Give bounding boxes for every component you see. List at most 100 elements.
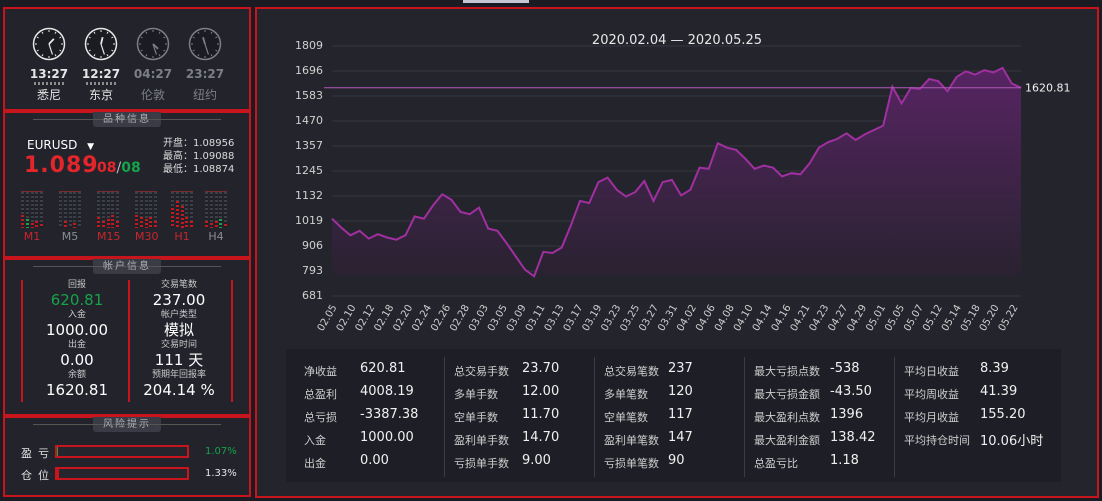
stats-key: 平均持仓时间 [904, 434, 970, 447]
timeframe-m1[interactable]: M1 [21, 191, 43, 243]
signal-bar [111, 192, 115, 228]
timeframe-h4[interactable]: H4 [205, 191, 227, 243]
stats-key: 空单笔数 [604, 411, 648, 424]
signal-bar [21, 192, 24, 228]
stats-value: 41.39 [980, 384, 1018, 399]
account-field-value: 237.00 [152, 291, 206, 309]
clock-time: 13:27 [29, 67, 69, 81]
stats-row: 最大盈利点数 1396 [754, 405, 894, 428]
x-tick-label: 05.22 [997, 303, 1021, 333]
signal-meter [205, 191, 227, 228]
timeframe-label: M15 [97, 230, 121, 243]
stats-key: 空单手数 [454, 411, 498, 424]
stats-value: 9.00 [522, 453, 551, 468]
position-label: 仓位 [21, 469, 55, 482]
equity-area [332, 67, 1021, 277]
position-value: 1.33% [205, 468, 237, 479]
clock-face-icon [136, 27, 170, 61]
stats-value: 147 [668, 430, 693, 445]
stats-value: 1396 [830, 407, 864, 422]
stats-key: 最大盈利点数 [754, 411, 820, 424]
stats-key: 亏损单笔数 [604, 457, 659, 470]
signal-bar [219, 192, 223, 228]
stats-row: 最大亏损点数 -538 [754, 359, 894, 382]
timeframe-m15[interactable]: M15 [97, 191, 121, 243]
stats-key: 平均周收益 [904, 388, 959, 401]
caret-down-icon[interactable]: ▼ [87, 142, 94, 152]
stats-key: 最大亏损点数 [754, 365, 820, 378]
stats-value: 620.81 [360, 361, 406, 376]
signal-bar [171, 192, 174, 228]
signal-meter [97, 191, 119, 228]
stats-key: 总盈亏比 [754, 457, 798, 470]
position-bar [55, 467, 189, 480]
signal-bar [139, 192, 143, 228]
stats-row: 空单笔数 117 [604, 405, 744, 428]
stats-value: -3387.38 [360, 407, 419, 422]
stats-row: 净收益 620.81 [304, 359, 444, 382]
stats-key: 平均月收益 [904, 411, 959, 424]
clock-dots [34, 82, 64, 85]
pnl-bar-fill [57, 447, 59, 456]
account-field-value: 1620.81 [45, 381, 109, 399]
stats-row: 亏损单手数 9.00 [454, 451, 594, 474]
timeframe-m30[interactable]: M30 [135, 191, 159, 243]
stats-column-3: 最大亏损点数 -538 最大亏损金额 -43.50 最大盈利点数 1396 最大盈利金… [754, 359, 894, 474]
stats-value: 117 [668, 407, 693, 422]
clocks-panel: 13:27 悉尼 12:27 东京 04:27 伦敦 23:27 纽约 [3, 7, 251, 111]
clock-face-icon [32, 27, 66, 61]
account-right-rule [231, 280, 233, 402]
account-field-key: 帐户类型 [160, 310, 197, 320]
clock-city: 东京 [88, 88, 113, 102]
account-field-3: 帐户类型 模拟 [129, 310, 229, 339]
instrument-panel: 品种信息 EURUSD ▼ 1.089 08/08 开盘：1.08956 最高：… [3, 111, 251, 258]
stats-row: 平均日收益 8.39 [904, 359, 1044, 382]
instrument-panel-title: 品种信息 [33, 112, 221, 127]
stats-row: 总盈亏比 1.18 [754, 451, 894, 474]
stats-row: 总亏损 -3387.38 [304, 405, 444, 428]
stats-row: 最大盈利金额 138.42 [754, 428, 894, 451]
clock-1: 12:27 东京 [75, 27, 127, 103]
account-field-key: 交易时间 [160, 340, 197, 350]
signal-bar [190, 192, 193, 228]
clock-city: 纽约 [192, 88, 217, 102]
clock-dots [190, 82, 220, 85]
clock-time: 12:27 [81, 67, 121, 81]
signal-bar [175, 192, 179, 228]
stats-value: 23.70 [522, 361, 560, 376]
symbol-selector[interactable]: EURUSD ▼ [27, 138, 94, 152]
pnl-value: 1.07% [205, 446, 237, 457]
stats-key: 最大亏损金额 [754, 388, 820, 401]
window-top-handle [463, 0, 529, 3]
signal-bar [40, 192, 43, 228]
clock-3: 23:27 纽约 [179, 27, 231, 103]
account-field-1: 交易笔数 237.00 [129, 280, 229, 309]
account-field-value: 0.00 [60, 351, 94, 369]
stats-value: 90 [668, 453, 685, 468]
stats-column-4: 平均日收益 8.39 平均周收益 41.39 平均月收益 155.20 平均持仓时间 … [904, 359, 1044, 451]
current-price: 1.089 [24, 153, 99, 178]
timeframe-m5[interactable]: M5 [59, 191, 81, 243]
stats-row: 最大亏损金额 -43.50 [754, 382, 894, 405]
stats-row: 盈利单笔数 147 [604, 428, 744, 451]
signal-bar [68, 192, 72, 228]
signal-bar [214, 192, 218, 228]
stats-value: 14.70 [522, 430, 560, 445]
stats-value: 4008.19 [360, 384, 414, 399]
stats-row: 出金 0.00 [304, 451, 444, 474]
signal-bar [149, 192, 153, 228]
pnl-label: 盈亏 [21, 447, 55, 460]
account-left-rule [21, 280, 23, 402]
last-value-label: 1620.81 [1025, 82, 1071, 95]
stats-row: 多单笔数 120 [604, 382, 744, 405]
signal-bar [224, 192, 227, 228]
ohl-block: 开盘：1.08956 最高：1.09088 最低：1.08874 [163, 137, 234, 176]
clock-city: 悉尼 [36, 88, 61, 102]
stats-key: 净收益 [304, 365, 337, 378]
signal-meter [21, 191, 43, 228]
clock-0: 13:27 悉尼 [23, 27, 75, 103]
stats-row: 入金 1000.00 [304, 428, 444, 451]
stats-row: 亏损单笔数 90 [604, 451, 744, 474]
timeframe-h1[interactable]: H1 [171, 191, 193, 243]
stats-value: 12.00 [522, 384, 560, 399]
